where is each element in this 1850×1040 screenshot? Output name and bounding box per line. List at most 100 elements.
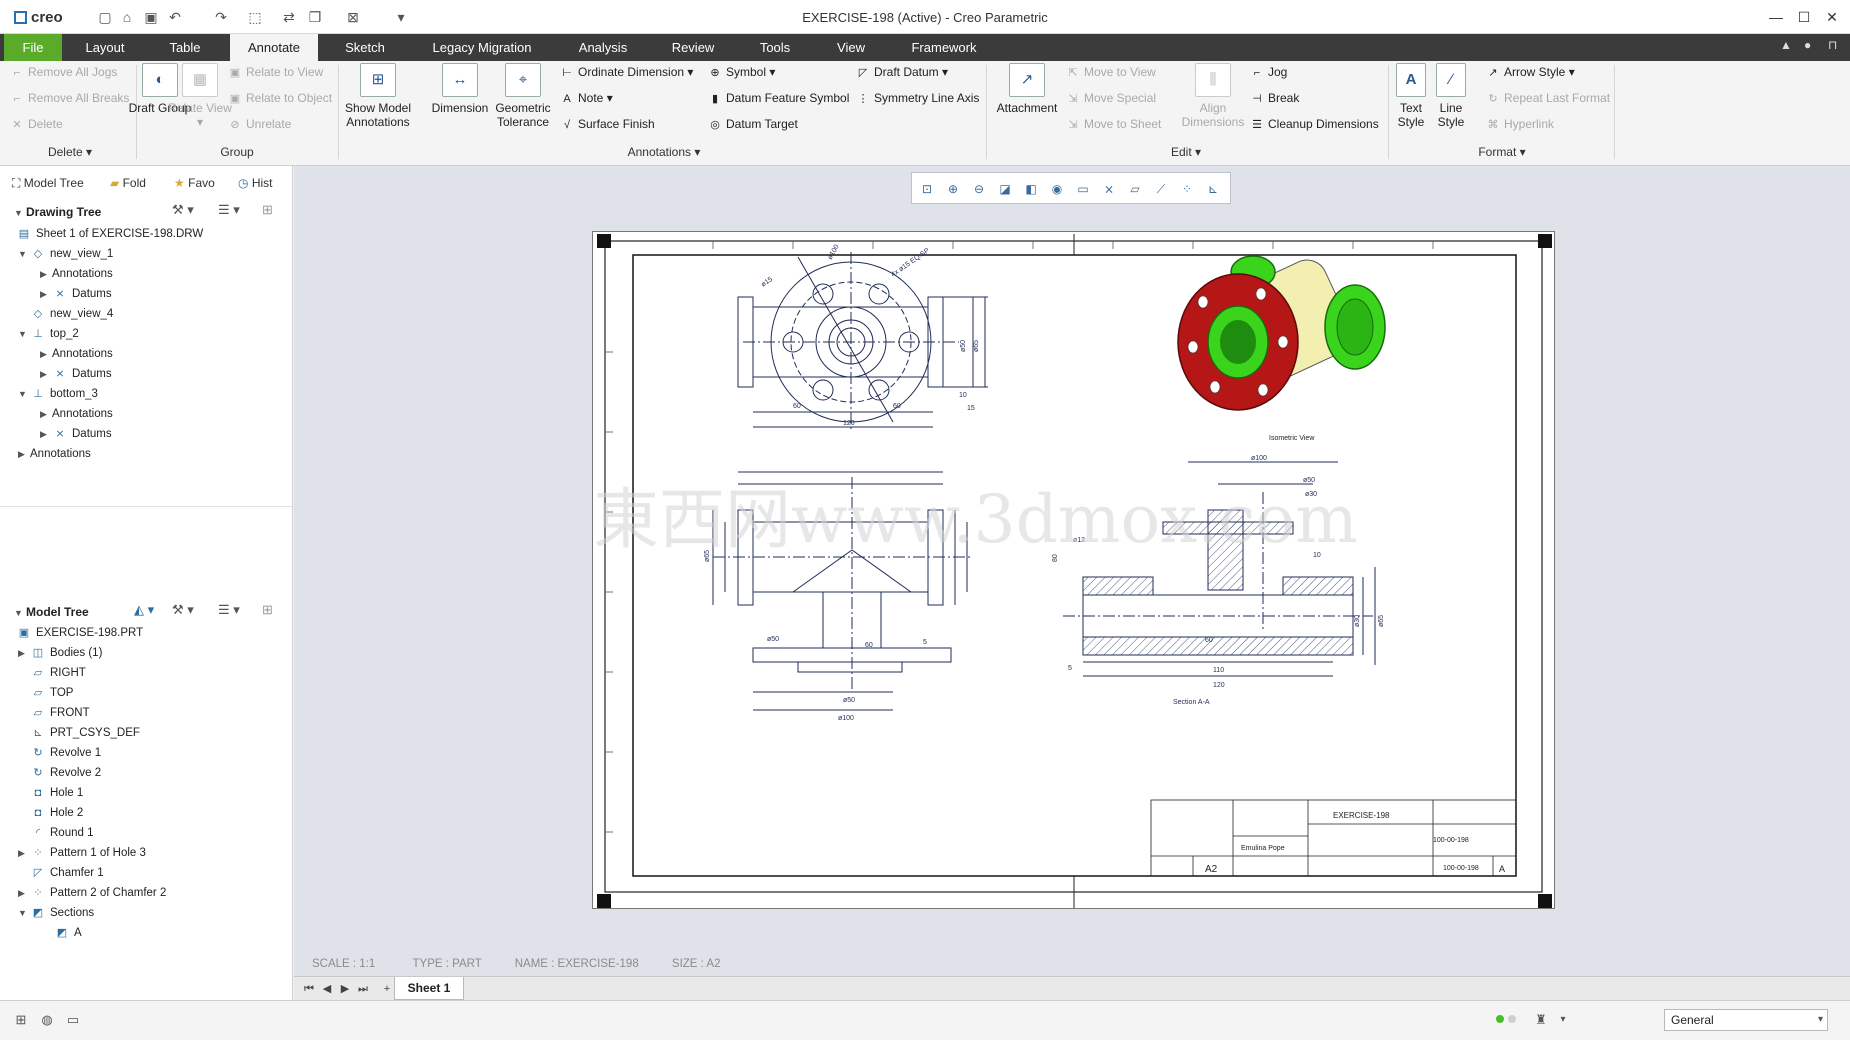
refit-icon[interactable]: ⊡	[918, 180, 936, 198]
tree-item-sheet[interactable]: ▤ Sheet 1 of EXERCISE-198.DRW	[16, 224, 203, 244]
nav-tab-model-tree[interactable]: ⛶ Model Tree	[12, 172, 84, 194]
remove-all-jogs-button[interactable]: ⌐ Remove All Jogs	[10, 62, 118, 82]
undo-icon[interactable]: ↶	[166, 8, 184, 26]
customize-dropdown-icon[interactable]: ▾	[392, 8, 410, 26]
tab-review[interactable]: Review	[656, 34, 730, 61]
saved-views-icon[interactable]: ◉	[1048, 180, 1066, 198]
geometric-tolerance-button[interactable]: ⌖ Geometric Tolerance	[490, 63, 556, 129]
view-manager-icon[interactable]: ▭	[1074, 180, 1092, 198]
hyperlink-button[interactable]: ⌘ Hyperlink	[1486, 114, 1555, 134]
break-button[interactable]: ⊣ Break	[1250, 88, 1299, 108]
tree-item-revolve[interactable]: ↻ Revolve 1	[30, 743, 101, 763]
zoom-out-icon[interactable]: ⊖	[970, 180, 988, 198]
tree-item-pattern[interactable]: ▶ ⁘ Pattern 2 of Chamfer 2	[18, 883, 166, 903]
datum-feature-symbol-button[interactable]: ▮ Datum Feature Symbol	[708, 88, 849, 108]
tree-item-plane[interactable]: ▱ TOP	[30, 683, 74, 703]
tree-filter-icon[interactable]: ⊞	[262, 202, 273, 218]
text-style-button[interactable]: A Text Style	[1394, 63, 1428, 129]
nav-tab-favorites[interactable]: ★ Favo	[174, 172, 215, 194]
attachment-button[interactable]: ↗ Attachment	[994, 63, 1060, 115]
tree-item-view[interactable]: ▼ ◇ new_view_1	[18, 244, 113, 264]
maximize-icon[interactable]: ☐	[1790, 6, 1818, 28]
select-box-icon[interactable]: ⬚	[246, 8, 264, 26]
previous-sheet-icon[interactable]: ◀	[318, 980, 336, 998]
browser-toggle-icon[interactable]: ◍	[38, 1011, 56, 1029]
cleanup-dimensions-button[interactable]: ☰ Cleanup Dimensions	[1250, 114, 1379, 134]
model-tree-settings-icon[interactable]: ⚒ ▾	[172, 602, 194, 618]
tree-item-hole[interactable]: ◘ Hole 2	[30, 803, 84, 823]
group-label-edit[interactable]: Edit ▾	[1156, 145, 1216, 159]
tab-file[interactable]: File	[4, 34, 62, 61]
zoom-in-icon[interactable]: ⊕	[944, 180, 962, 198]
show-model-annotations-button[interactable]: ⊞ Show Model Annotations	[342, 63, 414, 129]
drawing-tree-header[interactable]: ▼ Drawing Tree	[14, 200, 294, 224]
relate-view-button[interactable]: ▦ Relate View ▾	[168, 63, 232, 129]
open-folder-icon[interactable]: ⌂	[118, 8, 136, 26]
ordinate-dimension-button[interactable]: ⊢ Ordinate Dimension ▾	[560, 62, 693, 82]
help-icon[interactable]: ●	[1804, 38, 1811, 52]
last-sheet-icon[interactable]: ⏭	[354, 980, 372, 998]
tree-item-annotations[interactable]: ▶ Annotations	[40, 404, 113, 424]
note-button[interactable]: A Note ▾	[560, 88, 612, 108]
arrow-style-button[interactable]: ↗ Arrow Style ▾	[1486, 62, 1574, 82]
move-special-button[interactable]: ⇲ Move Special	[1066, 88, 1156, 108]
new-file-icon[interactable]: ▢	[96, 8, 114, 26]
point-display-icon[interactable]: ⁘	[1178, 180, 1196, 198]
drawing-sheet[interactable]: ø100 ø15 4x ø15 EQ.SP ø50 ø65 10 15 60 6…	[592, 231, 1555, 909]
tree-item-section-a[interactable]: ◩ A	[54, 923, 82, 943]
next-sheet-icon[interactable]: ▶	[336, 980, 354, 998]
display-style-icon[interactable]: ◧	[1022, 180, 1040, 198]
tab-framework[interactable]: Framework	[898, 34, 990, 61]
unrelate-button[interactable]: ⊘ Unrelate	[228, 114, 291, 134]
tab-sketch[interactable]: Sketch	[330, 34, 400, 61]
first-sheet-icon[interactable]: ⏮	[300, 980, 318, 998]
tree-item-datums[interactable]: ▶ ⨯ Datums	[40, 284, 112, 304]
find-dropdown-icon[interactable]: ▾	[1554, 1011, 1572, 1029]
tree-item-csys[interactable]: ⊾ PRT_CSYS_DEF	[30, 723, 140, 743]
datum-display-icon[interactable]: ⨯	[1100, 180, 1118, 198]
windows-icon[interactable]: ❐	[306, 8, 324, 26]
line-style-button[interactable]: ∕ Line Style	[1432, 63, 1470, 129]
model-tree-columns-icon[interactable]: ☰ ▾	[218, 602, 240, 618]
plane-display-icon[interactable]: ▱	[1126, 180, 1144, 198]
draft-datum-button[interactable]: ◸ Draft Datum ▾	[856, 62, 948, 82]
tab-view[interactable]: View	[822, 34, 880, 61]
tree-item-bodies[interactable]: ▶ ◫ Bodies (1)	[18, 643, 102, 663]
nav-tab-history[interactable]: ◷ Hist	[238, 172, 273, 194]
align-dimensions-button[interactable]: ⫼ Align Dimensions	[1180, 63, 1246, 129]
tree-item-view[interactable]: ▼ ⊥ top_2	[18, 324, 79, 344]
tree-item-view[interactable]: ◇ new_view_4	[30, 304, 114, 324]
tree-settings-icon[interactable]: ⚒ ▾	[172, 202, 194, 218]
collapse-ribbon-icon[interactable]: ▲	[1780, 38, 1792, 52]
tree-item-round[interactable]: ◜ Round 1	[30, 823, 94, 843]
group-label-annotations[interactable]: Annotations ▾	[616, 145, 712, 159]
repaint-icon[interactable]: ◪	[996, 180, 1014, 198]
tree-item-datums[interactable]: ▶ ⨯ Datums	[40, 364, 112, 384]
surface-finish-button[interactable]: √ Surface Finish	[560, 114, 655, 134]
pin-icon[interactable]: ⊓	[1828, 38, 1837, 52]
tab-table[interactable]: Table	[150, 34, 220, 61]
tab-layout[interactable]: Layout	[72, 34, 138, 61]
model-tree-filter-icon[interactable]: ⊞	[262, 602, 273, 618]
dimension-button[interactable]: ↔ Dimension	[428, 63, 492, 115]
relate-to-view-button[interactable]: ▣ Relate to View	[228, 62, 323, 82]
move-to-view-button[interactable]: ⇱ Move to View	[1066, 62, 1155, 82]
tree-item-sections[interactable]: ▼ ◩ Sections	[18, 903, 94, 923]
tree-item-datums[interactable]: ▶ ⨯ Datums	[40, 424, 112, 444]
tree-item-annotations[interactable]: ▶ Annotations	[18, 444, 91, 464]
close-window-icon[interactable]: ⊠	[344, 8, 362, 26]
tree-item-hole[interactable]: ◘ Hole 1	[30, 783, 84, 803]
tree-item-annotations[interactable]: ▶ Annotations	[40, 264, 113, 284]
tab-sheet-1[interactable]: Sheet 1	[394, 977, 464, 1000]
save-icon[interactable]: ▣	[142, 8, 160, 26]
redo-icon[interactable]: ↷	[212, 8, 230, 26]
minimize-icon[interactable]: —	[1762, 6, 1790, 28]
delete-button[interactable]: ✕ Delete	[10, 114, 62, 134]
tree-columns-icon[interactable]: ☰ ▾	[218, 202, 240, 218]
relate-to-object-button[interactable]: ▣ Relate to Object	[228, 88, 332, 108]
regenerate-icon[interactable]: ⇄	[280, 8, 298, 26]
nav-tab-folder[interactable]: ▰ Fold	[110, 172, 146, 194]
tree-item-plane[interactable]: ▱ FRONT	[30, 703, 90, 723]
tab-tools[interactable]: Tools	[746, 34, 804, 61]
selection-filter-select[interactable]: General ▾	[1664, 1009, 1828, 1031]
